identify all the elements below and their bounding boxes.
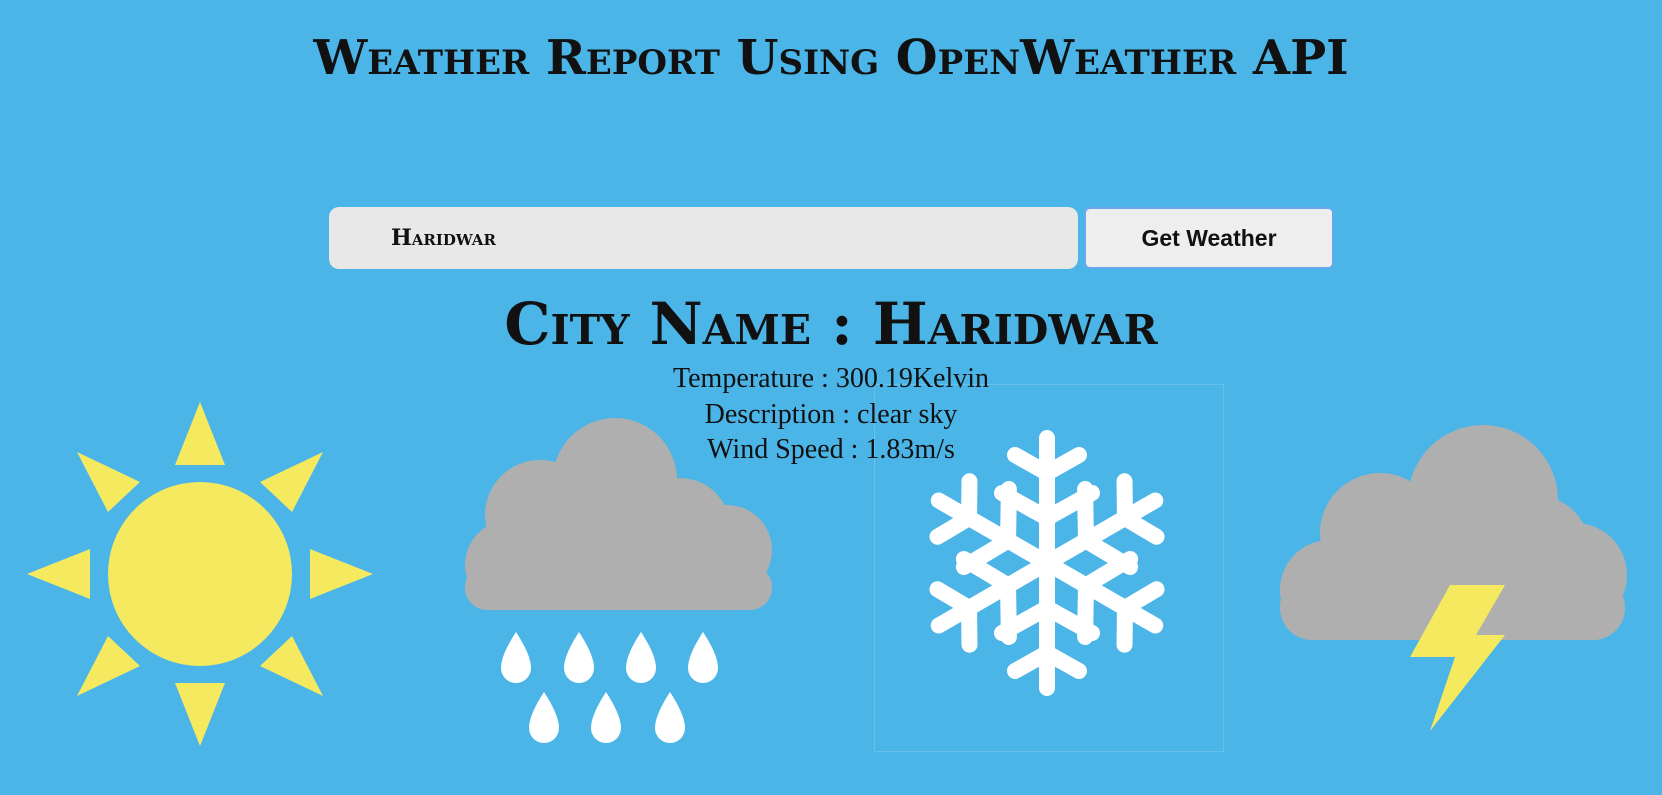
- thunderstorm-icon: [1280, 425, 1627, 731]
- page-title: Weather Report Using OpenWeather API: [313, 30, 1349, 86]
- city-input[interactable]: [329, 207, 1078, 269]
- get-weather-button[interactable]: Get Weather: [1084, 207, 1334, 269]
- wind-speed-text: Wind Speed : 1.83m/s: [707, 434, 955, 465]
- search-row: Get Weather: [329, 207, 1334, 269]
- city-name-heading: City Name : Haridwar: [504, 290, 1158, 358]
- description-text: Description : clear sky: [704, 399, 958, 430]
- temperature-text: Temperature : 300.19Kelvin: [672, 363, 990, 394]
